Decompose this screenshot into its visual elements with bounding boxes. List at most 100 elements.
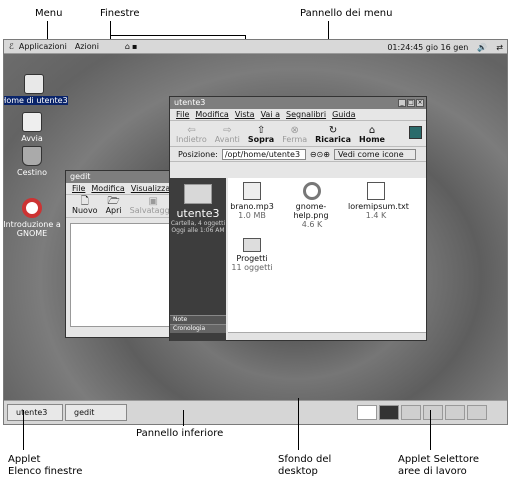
tab-history[interactable]: Cronologia — [170, 324, 226, 333]
menu-modifica[interactable]: Modifica — [195, 110, 228, 119]
toolbar-button-sopra[interactable]: ⇧ Sopra — [247, 125, 275, 145]
menu-segnalibri[interactable]: Segnalibri — [286, 110, 326, 119]
button-label: Sopra — [247, 135, 275, 144]
menu-applicazioni[interactable]: Applicazioni — [19, 42, 67, 51]
button-label: Indietro — [176, 135, 207, 144]
new-document-icon: 🗋 — [80, 196, 89, 207]
workspace-1[interactable] — [357, 405, 377, 420]
file-manager-menubar: File Modifica Vista Vai a Segnalibri Gui… — [170, 109, 426, 121]
window-title: gedit — [70, 172, 91, 181]
workspace-4[interactable] — [423, 405, 443, 420]
file-meta: 11 oggetti — [231, 263, 273, 272]
workspace-5[interactable] — [445, 405, 465, 420]
volume-icon[interactable]: 🔊 — [477, 43, 487, 52]
folder-icon — [243, 238, 261, 252]
window-title: utente3 — [174, 98, 206, 107]
forward-icon: ⇨ — [223, 125, 232, 136]
menu-vai-a[interactable]: Vai a — [261, 110, 280, 119]
tab-note[interactable]: Note — [170, 315, 226, 324]
throbber-icon — [409, 126, 422, 139]
toolbar-button-ricarica[interactable]: ↻ Ricarica — [315, 125, 352, 145]
callout-line: Elenco finestre — [8, 466, 83, 477]
file-item[interactable]: loremipsum.txt 1.4 K — [348, 182, 409, 220]
callout-menu: Menu — [35, 8, 63, 19]
terminal-launcher-icon[interactable]: ▪ — [132, 42, 137, 51]
trash-icon — [22, 146, 42, 166]
toolbar-button-indietro[interactable]: ⇦ Indietro — [176, 126, 207, 145]
file-manager-toolbar: ⇦ Indietro ⇨ Avanti ⇧ Sopra ⊗ Ferma ↻ Ricarica ⌂ Ho… — [170, 121, 426, 147]
view-as-select[interactable]: Vedi come icone — [333, 148, 416, 160]
location-input[interactable]: /opt/home/utente3 — [221, 148, 306, 160]
reload-icon: ↻ — [328, 125, 338, 136]
side-pane-info: Cartella, 4 oggetti — [170, 220, 226, 227]
desktop-icon-label: Home di utente3 — [4, 96, 68, 105]
image-file-icon — [303, 182, 321, 200]
desktop-icon-avvia[interactable]: Avvia — [4, 112, 72, 143]
zoom-out-icon[interactable]: ⊖ — [310, 150, 317, 159]
desktop-icon-label: Introduzione a GNOME — [3, 220, 61, 238]
network-icon[interactable]: ⇄ — [496, 43, 503, 52]
toolbar-button-home[interactable]: ⌂ Home — [359, 126, 385, 145]
button-label: Home — [359, 135, 385, 144]
bottom-panel: utente3 gedit — [4, 400, 507, 424]
gedit-menu-file[interactable]: File — [72, 184, 85, 193]
file-item[interactable]: gnome-help.png 4.6 K — [286, 182, 338, 229]
workspace-6[interactable] — [467, 405, 487, 420]
file-name: loremipsum.txt — [348, 202, 409, 211]
open-folder-icon: 🗁 — [107, 196, 120, 207]
file-name: gnome-help.png — [293, 202, 329, 220]
gnome-foot-icon[interactable]: ℰ — [9, 42, 14, 51]
file-meta: 1.4 K — [365, 211, 387, 220]
start-icon — [22, 112, 42, 132]
up-icon: ⇧ — [256, 125, 266, 136]
window-buttons: _ □ × — [398, 99, 424, 107]
button-label: Ricarica — [315, 135, 352, 144]
gedit-new-button[interactable]: 🗋 Nuovo — [72, 196, 98, 216]
callout-line: desktop — [278, 466, 318, 477]
task-label: utente3 — [16, 408, 48, 417]
zoom-level-icon[interactable]: ⊙ — [317, 150, 324, 159]
minimize-icon[interactable]: _ — [398, 99, 406, 107]
file-manager-window: utente3 _ □ × File Modifica Vista Vai a … — [169, 96, 427, 341]
callout-applet-elenco: Applet Elenco finestre — [8, 454, 82, 478]
callout-line: Sfondo del — [278, 454, 332, 465]
close-icon[interactable]: × — [416, 99, 424, 107]
menu-file[interactable]: File — [176, 110, 189, 119]
menu-vista[interactable]: Vista — [235, 110, 255, 119]
desktop-icon-introduzione[interactable]: Introduzione a GNOME — [3, 198, 72, 238]
leader-line — [430, 410, 431, 450]
text-file-icon — [367, 182, 385, 200]
toolbar-button-avanti[interactable]: ⇨ Avanti — [215, 125, 240, 145]
menu-guida[interactable]: Guida — [332, 110, 355, 119]
side-pane-info: Oggi alle 1:06 AM — [171, 227, 225, 234]
home-launcher-icon[interactable]: ⌂ — [125, 42, 130, 51]
file-meta: 4.6 K — [301, 220, 323, 229]
task-button-utente3[interactable]: utente3 — [7, 404, 63, 421]
stop-icon: ⊗ — [290, 125, 299, 136]
callout-line: Applet Selettore — [398, 454, 480, 465]
file-name: Progetti — [236, 254, 268, 263]
workspace-2[interactable] — [379, 405, 399, 420]
gedit-menu-visualizza[interactable]: Visualizza — [131, 184, 170, 193]
maximize-icon[interactable]: □ — [407, 99, 415, 107]
gedit-open-button[interactable]: 🗁 Apri — [106, 196, 122, 216]
gedit-menu-modifica[interactable]: Modifica — [91, 184, 124, 193]
file-name: brano.mp3 — [230, 202, 274, 211]
file-manager-titlebar[interactable]: utente3 _ □ × — [170, 97, 426, 109]
side-pane-title: utente3 — [176, 207, 220, 220]
desktop-icon-cestino[interactable]: Cestino — [4, 146, 72, 177]
top-panel: ℰ Applicazioni Azioni ⌂ ▪ 01:24:45 gio 1… — [4, 40, 507, 54]
desktop-icon-home[interactable]: Home di utente3 — [4, 74, 74, 105]
toolbar-button-ferma[interactable]: ⊗ Ferma — [282, 125, 307, 145]
zoom-in-icon[interactable]: ⊕ — [323, 150, 330, 159]
task-button-gedit[interactable]: gedit — [65, 404, 127, 421]
clock[interactable]: 01:24:45 gio 16 gen — [387, 43, 468, 52]
callout-finestre: Finestre — [100, 8, 140, 19]
audio-file-icon — [243, 182, 261, 200]
file-item[interactable]: brano.mp3 1.0 MB — [230, 182, 274, 220]
callout-line: aree di lavoro — [398, 466, 467, 477]
workspace-3[interactable] — [401, 405, 421, 420]
file-view: brano.mp3 1.0 MB gnome-help.png 4.6 K lo… — [228, 178, 426, 333]
menu-azioni[interactable]: Azioni — [75, 42, 99, 51]
folder-item[interactable]: Progetti 11 oggetti — [230, 238, 274, 272]
